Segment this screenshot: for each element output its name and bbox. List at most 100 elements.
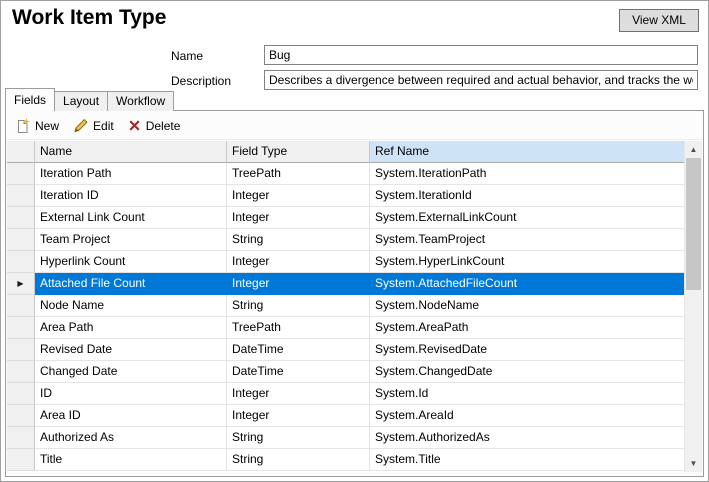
table-row[interactable]: Iteration IDIntegerSystem.IterationId: [7, 185, 685, 207]
description-input[interactable]: [264, 70, 698, 90]
cell-field-type[interactable]: Integer: [227, 185, 370, 207]
cell-field-type[interactable]: TreePath: [227, 163, 370, 185]
cell-field-type[interactable]: String: [227, 449, 370, 471]
cell-name[interactable]: Area ID: [35, 405, 227, 427]
table-row[interactable]: Iteration PathTreePathSystem.IterationPa…: [7, 163, 685, 185]
row-selector[interactable]: [7, 251, 35, 273]
tab-workflow[interactable]: Workflow: [107, 91, 174, 111]
column-header-ref-name[interactable]: Ref Name: [370, 141, 685, 163]
page-title: Work Item Type: [12, 6, 166, 30]
row-selector-header[interactable]: [7, 141, 35, 163]
delete-button[interactable]: Delete: [122, 116, 189, 136]
cell-ref-name[interactable]: System.AreaId: [370, 405, 685, 427]
view-xml-button[interactable]: View XML: [619, 9, 699, 32]
table-row[interactable]: TitleStringSystem.Title: [7, 449, 685, 471]
cell-ref-name[interactable]: System.IterationPath: [370, 163, 685, 185]
row-selector[interactable]: [7, 163, 35, 185]
grid-inner: Name Field Type Ref Name Iteration PathT…: [7, 141, 685, 472]
table-row[interactable]: Area PathTreePathSystem.AreaPath: [7, 317, 685, 339]
cell-name[interactable]: ID: [35, 383, 227, 405]
current-row-indicator[interactable]: ▶: [7, 273, 35, 295]
grid-header: Name Field Type Ref Name: [7, 141, 685, 163]
cell-name[interactable]: Area Path: [35, 317, 227, 339]
name-label: Name: [171, 49, 203, 63]
cell-field-type[interactable]: Integer: [227, 251, 370, 273]
cell-name[interactable]: Team Project: [35, 229, 227, 251]
delete-button-label: Delete: [146, 119, 181, 133]
row-selector[interactable]: [7, 339, 35, 361]
table-row[interactable]: Revised DateDateTimeSystem.RevisedDate: [7, 339, 685, 361]
row-selector[interactable]: [7, 405, 35, 427]
row-selector[interactable]: [7, 295, 35, 317]
cell-name[interactable]: Attached File Count: [35, 273, 227, 295]
cell-name[interactable]: Revised Date: [35, 339, 227, 361]
cell-field-type[interactable]: Integer: [227, 405, 370, 427]
cell-name[interactable]: Node Name: [35, 295, 227, 317]
pencil-icon: [73, 118, 88, 133]
cell-field-type[interactable]: Integer: [227, 207, 370, 229]
tab-strip: Fields Layout Workflow: [5, 88, 173, 111]
row-selector[interactable]: [7, 449, 35, 471]
work-item-type-editor: Work Item Type View XML Name Description…: [0, 0, 709, 482]
column-header-field-type[interactable]: Field Type: [227, 141, 370, 163]
table-row[interactable]: Team ProjectStringSystem.TeamProject: [7, 229, 685, 251]
cell-name[interactable]: Iteration Path: [35, 163, 227, 185]
new-button[interactable]: New: [9, 115, 67, 136]
cell-ref-name[interactable]: System.ExternalLinkCount: [370, 207, 685, 229]
row-selector[interactable]: [7, 207, 35, 229]
edit-button[interactable]: Edit: [67, 115, 122, 136]
row-selector[interactable]: [7, 185, 35, 207]
cell-ref-name[interactable]: System.IterationId: [370, 185, 685, 207]
tab-layout[interactable]: Layout: [54, 91, 108, 111]
tab-fields[interactable]: Fields: [5, 88, 55, 111]
cell-name[interactable]: Title: [35, 449, 227, 471]
table-row[interactable]: Hyperlink CountIntegerSystem.HyperLinkCo…: [7, 251, 685, 273]
scroll-up-arrow-icon[interactable]: ▲: [685, 141, 702, 158]
cell-name[interactable]: Iteration ID: [35, 185, 227, 207]
cell-ref-name[interactable]: System.RevisedDate: [370, 339, 685, 361]
name-input[interactable]: [264, 45, 698, 65]
description-label: Description: [171, 74, 231, 88]
cell-ref-name[interactable]: System.AreaPath: [370, 317, 685, 339]
table-row[interactable]: Area IDIntegerSystem.AreaId: [7, 405, 685, 427]
cell-ref-name[interactable]: System.TeamProject: [370, 229, 685, 251]
table-row[interactable]: Changed DateDateTimeSystem.ChangedDate: [7, 361, 685, 383]
fields-grid: Name Field Type Ref Name Iteration PathT…: [7, 141, 702, 472]
cell-ref-name[interactable]: System.Id: [370, 383, 685, 405]
table-row[interactable]: ▶ Attached File CountIntegerSystem.Attach…: [7, 273, 685, 295]
cell-field-type[interactable]: Integer: [227, 383, 370, 405]
cell-field-type[interactable]: String: [227, 427, 370, 449]
cell-field-type[interactable]: DateTime: [227, 339, 370, 361]
cell-name[interactable]: Hyperlink Count: [35, 251, 227, 273]
column-header-name[interactable]: Name: [35, 141, 227, 163]
row-selector[interactable]: [7, 383, 35, 405]
cell-ref-name[interactable]: System.ChangedDate: [370, 361, 685, 383]
table-row[interactable]: External Link CountIntegerSystem.Externa…: [7, 207, 685, 229]
table-row[interactable]: Authorized AsStringSystem.AuthorizedAs: [7, 427, 685, 449]
row-selector[interactable]: [7, 317, 35, 339]
cell-field-type[interactable]: String: [227, 229, 370, 251]
cell-field-type[interactable]: TreePath: [227, 317, 370, 339]
cell-ref-name[interactable]: System.HyperLinkCount: [370, 251, 685, 273]
table-row[interactable]: Node NameStringSystem.NodeName: [7, 295, 685, 317]
cell-ref-name[interactable]: System.AuthorizedAs: [370, 427, 685, 449]
cell-name[interactable]: Changed Date: [35, 361, 227, 383]
new-button-label: New: [35, 119, 59, 133]
row-selector[interactable]: [7, 427, 35, 449]
vertical-scrollbar[interactable]: ▲ ▼: [684, 141, 702, 472]
cell-field-type[interactable]: Integer: [227, 273, 370, 295]
table-row[interactable]: IDIntegerSystem.Id: [7, 383, 685, 405]
cell-ref-name[interactable]: System.AttachedFileCount: [370, 273, 685, 295]
row-selector[interactable]: [7, 361, 35, 383]
cell-field-type[interactable]: DateTime: [227, 361, 370, 383]
row-selector[interactable]: [7, 229, 35, 251]
cell-field-type[interactable]: String: [227, 295, 370, 317]
cell-name[interactable]: External Link Count: [35, 207, 227, 229]
scroll-down-arrow-icon[interactable]: ▼: [685, 455, 702, 472]
current-row-arrow-icon: ▶: [17, 280, 23, 288]
cell-ref-name[interactable]: System.Title: [370, 449, 685, 471]
cell-ref-name[interactable]: System.NodeName: [370, 295, 685, 317]
grid-body: Iteration PathTreePathSystem.IterationPa…: [7, 163, 685, 471]
cell-name[interactable]: Authorized As: [35, 427, 227, 449]
scrollbar-thumb[interactable]: [686, 158, 701, 290]
